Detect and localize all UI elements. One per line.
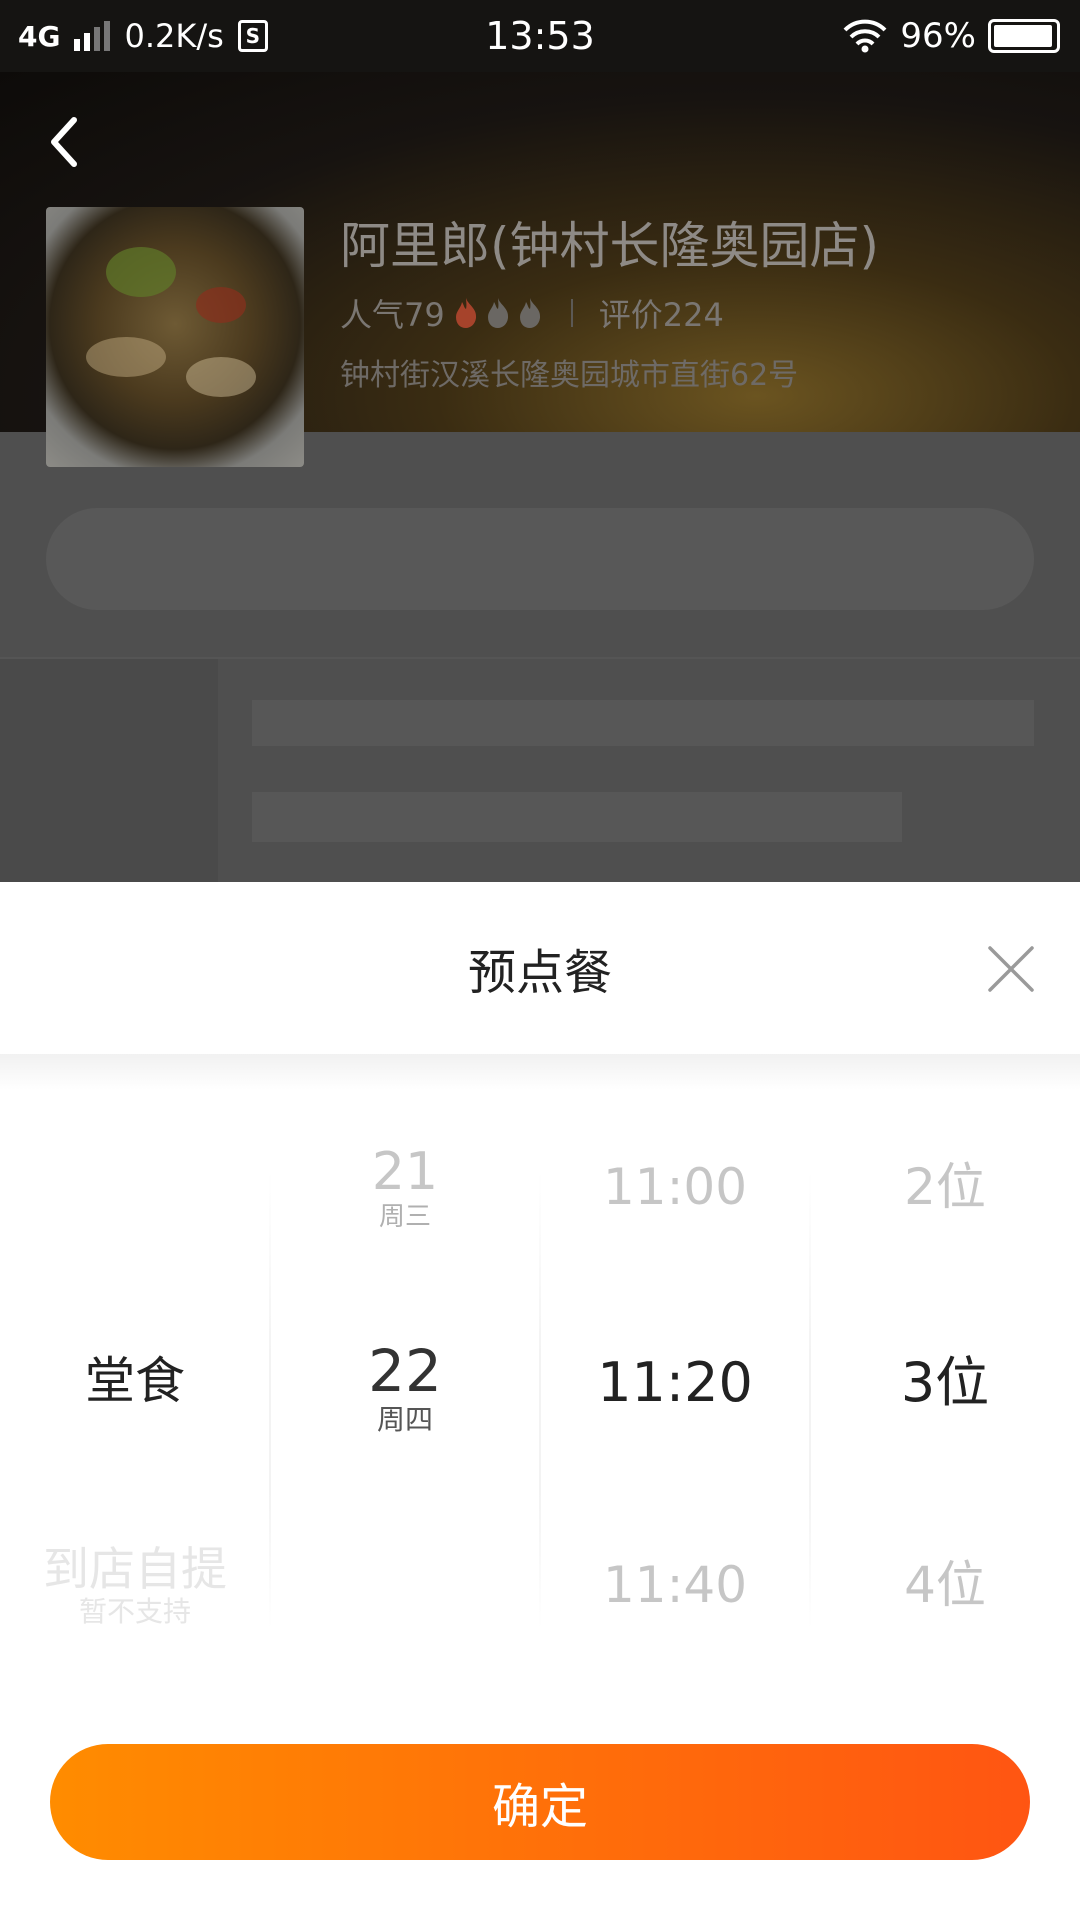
option-label: 堂食 <box>85 1352 185 1410</box>
network-speed: 0.2K/s <box>124 17 224 55</box>
picker-columns: 堂食到店自提 暂不支持 21 周三 22 周四 11:00 11:20 11:40 2位 3位… <box>0 1090 1080 1630</box>
option-sublabel: 周四 <box>376 1403 433 1436</box>
shop-address: 钟村街汉溪长隆奥园城市直街62号 <box>340 358 799 393</box>
status-time: 13:53 <box>485 14 595 58</box>
flame-icon <box>487 298 508 328</box>
sim-icon: S <box>237 20 268 52</box>
placeholder-block <box>252 792 902 842</box>
battery-icon <box>988 19 1060 53</box>
close-icon[interactable] <box>986 944 1036 994</box>
shop-meta: 人气79 评价224 <box>340 290 724 336</box>
option-sublabel: 暂不支持 <box>78 1595 191 1628</box>
option-label: 22 <box>368 1337 442 1405</box>
option-people[interactable]: 2位 <box>810 1162 1080 1212</box>
option-time[interactable]: 11:40 <box>540 1560 810 1610</box>
header-divider <box>0 1054 1080 1090</box>
option-pickup[interactable]: 到店自提 暂不支持 <box>0 1546 270 1626</box>
picker-column-date[interactable]: 21 周三 22 周四 <box>270 1090 540 1630</box>
option-sublabel: 周三 <box>378 1202 431 1232</box>
option-label: 3位 <box>900 1351 990 1414</box>
option-label: 11:40 <box>602 1556 748 1614</box>
picker-column-type[interactable]: 堂食到店自提 暂不支持 <box>0 1090 270 1630</box>
option-label: 21 <box>371 1142 439 1202</box>
back-icon[interactable] <box>40 112 90 172</box>
placeholder-sidebar <box>0 659 218 882</box>
option-people[interactable]: 4位 <box>810 1560 1080 1610</box>
picker-column-people[interactable]: 2位 3位 4位 <box>810 1090 1080 1630</box>
preorder-sheet: 预点餐 堂食到店自提 暂不支持 21 周三 22 周四 11:00 11:20 11:40 … <box>0 882 1080 1920</box>
battery-percent: 96% <box>900 16 976 56</box>
sheet-header: 预点餐 <box>0 882 1080 1054</box>
popularity-flames <box>451 296 545 330</box>
picker-column-time[interactable]: 11:00 11:20 11:40 <box>540 1090 810 1630</box>
placeholder-block <box>252 700 1034 746</box>
column-divider <box>539 1170 541 1630</box>
option-dine-in[interactable]: 堂食 <box>0 1356 270 1406</box>
status-bar: 4G 0.2K/s S 13:53 96% <box>0 0 1080 72</box>
option-label: 11:20 <box>597 1351 753 1414</box>
meta-divider <box>570 299 573 327</box>
review-count: 评价224 <box>598 296 724 334</box>
placeholder-bar <box>46 508 1034 610</box>
network-type: 4G <box>18 19 61 53</box>
wifi-icon <box>843 19 887 53</box>
flame-icon <box>519 298 540 328</box>
shop-name: 阿里郎(钟村长隆奥园店) <box>340 217 880 275</box>
option-label: 4位 <box>904 1556 986 1614</box>
option-label: 11:00 <box>602 1158 748 1216</box>
option-label: 2位 <box>904 1158 986 1216</box>
option-date[interactable]: 21 周三 <box>270 1146 540 1230</box>
sheet-title: 预点餐 <box>467 945 612 1001</box>
column-divider <box>269 1170 271 1630</box>
option-time[interactable]: 11:20 <box>540 1356 810 1410</box>
column-divider <box>809 1170 811 1630</box>
option-label: 到店自提 <box>43 1542 227 1596</box>
option-time[interactable]: 11:00 <box>540 1162 810 1212</box>
option-people[interactable]: 3位 <box>810 1356 1080 1410</box>
signal-icon <box>74 21 111 51</box>
confirm-button[interactable]: 确定 <box>50 1744 1030 1860</box>
option-date[interactable]: 22 周四 <box>270 1342 540 1434</box>
flame-icon <box>455 298 476 328</box>
popularity-label: 人气79 <box>340 296 445 334</box>
shop-thumbnail <box>46 207 304 467</box>
